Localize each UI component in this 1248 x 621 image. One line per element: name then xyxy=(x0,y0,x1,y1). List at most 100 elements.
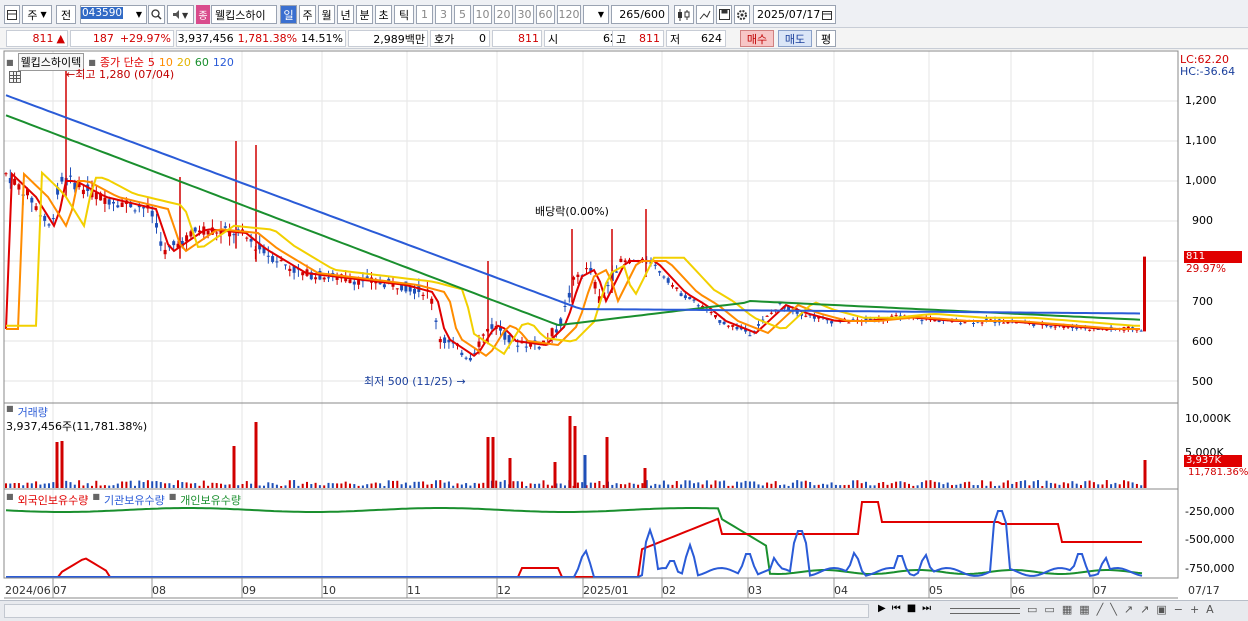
candle-body xyxy=(438,339,442,343)
interval-3[interactable]: 3 xyxy=(435,5,452,24)
volume-bar xyxy=(435,480,437,488)
x-label: 03 xyxy=(748,584,762,597)
tab-daily[interactable]: 일 xyxy=(280,5,297,24)
skip-end-icon[interactable]: ⏭ xyxy=(922,603,931,614)
gear-icon[interactable] xyxy=(734,5,750,24)
interval-1[interactable]: 1 xyxy=(416,5,433,24)
volume-spike xyxy=(573,426,577,488)
trend-icon[interactable]: ↗ xyxy=(1124,603,1133,616)
legend-individual[interactable]: 개인보유수량 xyxy=(180,492,241,508)
interval-20[interactable]: 20 xyxy=(494,5,513,24)
chevron-down-icon[interactable]: ▼ xyxy=(132,5,146,24)
tab-monthly[interactable]: 월 xyxy=(318,5,335,24)
interval-dropdown[interactable]: ▼ xyxy=(583,5,609,24)
interval-30[interactable]: 30 xyxy=(515,5,534,24)
tab-minute[interactable]: 분 xyxy=(356,5,373,24)
tab-second[interactable]: 초 xyxy=(375,5,392,24)
x-label: 12 xyxy=(497,584,511,597)
count-field[interactable]: 265/600 xyxy=(611,5,669,24)
date-field[interactable]: 2025/07/17 xyxy=(753,5,836,24)
volume-bar xyxy=(465,483,468,488)
legend-institution[interactable]: 기관보유수량 xyxy=(104,492,165,508)
eval-button[interactable]: 평 xyxy=(816,30,836,47)
volume-bar xyxy=(783,484,786,488)
volume-pct: 1,781.38% xyxy=(237,32,298,45)
volume-bar xyxy=(409,485,412,488)
scroll-track[interactable] xyxy=(4,604,869,618)
volume-bar xyxy=(228,484,231,488)
tab-tick[interactable]: 틱 xyxy=(394,5,414,24)
volume-spike xyxy=(232,446,236,488)
volume-bar xyxy=(834,484,837,488)
drawing-tool-icon[interactable] xyxy=(696,5,714,24)
zoom-slider[interactable] xyxy=(950,608,1020,614)
buy-button[interactable]: 매수 xyxy=(740,30,774,47)
stop-icon[interactable]: ■ xyxy=(907,603,916,614)
window-icon[interactable]: ▭ xyxy=(1027,603,1037,616)
volume-bar xyxy=(641,483,644,488)
volume-bar xyxy=(959,483,962,488)
candle-body xyxy=(443,337,447,343)
prev-button[interactable]: 전 xyxy=(56,5,76,24)
volume-bar xyxy=(112,485,115,488)
candle-body xyxy=(894,315,898,317)
speaker-icon[interactable]: ▼ xyxy=(167,5,194,24)
holding-panel-legend: ■ 외국인보유수량 ■ 기관보유수량 ■ 개인보유수량 xyxy=(6,492,241,508)
volume-bar xyxy=(675,481,678,488)
skip-start-icon[interactable]: ⏮ xyxy=(892,603,901,614)
line-tool-icon[interactable]: ╱ xyxy=(1097,603,1104,616)
chart-area[interactable]: ■ 웰킵스하이텍 ■ 종가 단순 5 10 20 60 120 ←최고 1,28… xyxy=(0,50,1248,621)
search-icon[interactable] xyxy=(148,5,165,24)
candle-body xyxy=(1075,327,1079,329)
legend-foreign[interactable]: 외국인보유수량 xyxy=(18,492,89,508)
grid-icon[interactable]: ▦ xyxy=(1062,603,1072,616)
image-icon[interactable]: ▣ xyxy=(1156,603,1166,616)
volume-bar xyxy=(1015,481,1018,488)
period-select[interactable]: 주 ▼ xyxy=(22,5,52,24)
candle-body xyxy=(524,346,528,348)
candle-body xyxy=(352,281,356,285)
volume-bar xyxy=(1075,483,1078,488)
zoom-out-icon[interactable]: − xyxy=(1174,603,1183,616)
interval-120[interactable]: 120 xyxy=(557,5,581,24)
interval-5[interactable]: 5 xyxy=(454,5,471,24)
table-icon[interactable] xyxy=(9,71,21,83)
zoom-in-icon[interactable]: + xyxy=(1190,603,1199,616)
interval-60[interactable]: 60 xyxy=(536,5,555,24)
volume-bar xyxy=(185,482,188,488)
volume-bar xyxy=(469,485,472,488)
window-icon[interactable]: ▭ xyxy=(1044,603,1054,616)
grid-icon[interactable]: ▦ xyxy=(1079,603,1089,616)
candle-body xyxy=(920,320,924,322)
font-size-icon[interactable]: A xyxy=(1206,603,1214,616)
volume-bar xyxy=(753,481,756,488)
candle-type-icon[interactable] xyxy=(674,5,694,24)
volume-bar xyxy=(740,482,743,488)
volume-bar xyxy=(662,480,665,488)
volume-bar xyxy=(869,485,872,488)
chart-scrollbar[interactable]: ▶ ⏮ ■ ⏭ ▭ ▭ ▦ ▦ ╱ ╲ ↗ ↗ ▣ − + A xyxy=(0,600,1248,621)
volume-bar xyxy=(843,485,846,488)
save-icon[interactable] xyxy=(716,5,732,24)
tab-weekly[interactable]: 주 xyxy=(299,5,316,24)
volume-bar xyxy=(985,485,988,488)
candle-body xyxy=(159,241,163,246)
interval-10[interactable]: 10 xyxy=(473,5,492,24)
line-tool-icon[interactable]: ╲ xyxy=(1110,603,1117,616)
chart-canvas[interactable] xyxy=(0,50,1248,621)
stock-name-field[interactable]: 웰킵스하이 xyxy=(211,5,277,24)
trend-icon[interactable]: ↗ xyxy=(1140,603,1149,616)
tab-yearly[interactable]: 년 xyxy=(337,5,354,24)
volume-bar xyxy=(125,481,128,488)
volume-bar xyxy=(499,481,502,488)
candle-body xyxy=(17,184,21,190)
candle-body xyxy=(51,218,55,220)
play-right-icon[interactable]: ▶ xyxy=(878,603,886,614)
sell-button[interactable]: 매도 xyxy=(778,30,812,47)
candle-body xyxy=(4,173,8,175)
volume-bar xyxy=(856,480,859,488)
chart-layout-icon[interactable] xyxy=(4,5,20,24)
volume-bar xyxy=(374,482,377,488)
volume-bar xyxy=(121,481,124,488)
volume-spike xyxy=(568,416,572,488)
